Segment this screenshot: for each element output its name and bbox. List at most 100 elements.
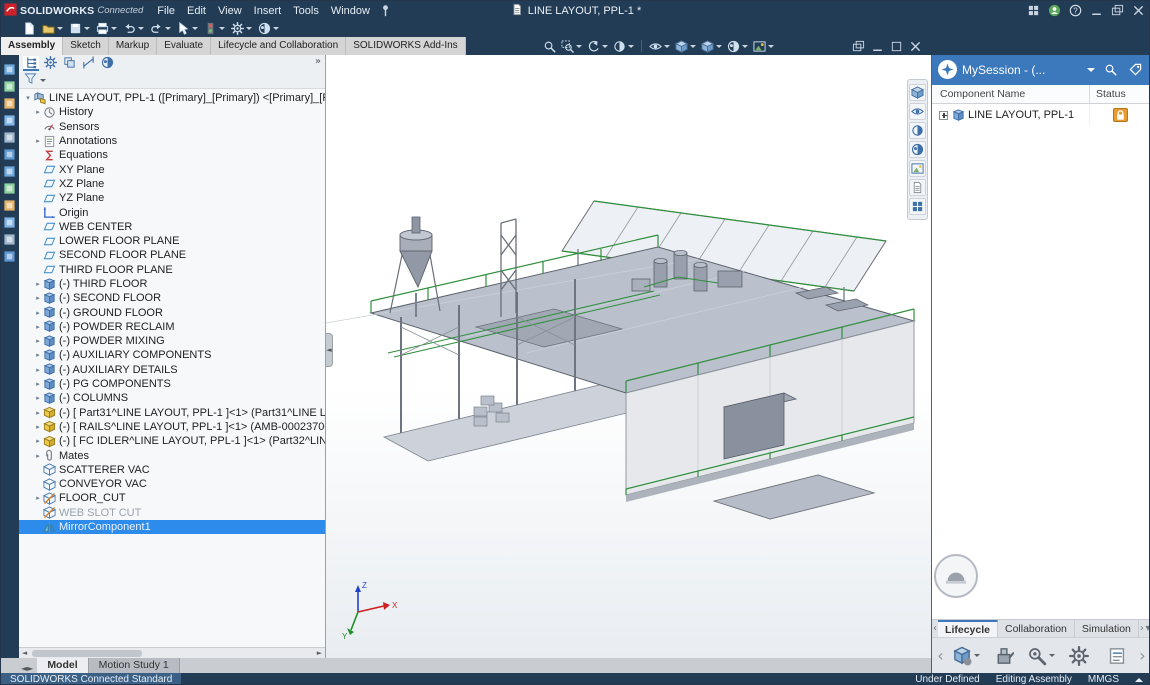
left-rail-icon[interactable] [3,165,17,179]
tree-item[interactable]: ▸(-) AUXILIARY DETAILS [19,363,325,377]
tree-item[interactable]: SECOND FLOOR PLANE [19,248,325,262]
expand-arrow-icon[interactable]: ▸ [33,337,43,345]
tab-sketch[interactable]: Sketch [63,37,109,55]
save-icon[interactable] [67,21,92,36]
left-rail-icon[interactable] [3,97,17,111]
tree-item[interactable]: XZ Plane [19,177,325,191]
expand-arrow-icon[interactable]: ▸ [33,394,43,402]
tree-item[interactable]: ▸(-) GROUND FLOOR [19,305,325,319]
tree-item[interactable]: WEB CENTER [19,220,325,234]
display-style-icon[interactable] [673,39,698,54]
scroll-right-icon[interactable]: ► [314,649,325,657]
expand-arrow-icon[interactable]: ▸ [33,309,43,317]
left-rail-icon[interactable] [3,63,17,77]
route-icon[interactable] [1101,641,1133,671]
maturity-icon[interactable] [1025,641,1057,671]
expand-arrow-icon[interactable]: ▸ [33,494,43,502]
session-caret-icon[interactable] [1087,68,1095,72]
tab-model[interactable]: Model [37,658,88,673]
viewport-tool-icon[interactable] [909,179,926,196]
flyout-menu-icon[interactable]: » [315,56,321,67]
viewport-tool-icon[interactable] [909,103,926,120]
print-icon[interactable] [94,21,119,36]
tab-solidworks-add-ins[interactable]: SOLIDWORKS Add-Ins [346,37,465,55]
lifecycle-options-icon[interactable] [950,641,982,671]
panel-tab-collaboration[interactable]: Collaboration [998,620,1075,637]
left-rail-icon[interactable] [3,131,17,145]
tree-horizontal-scrollbar[interactable]: ◄ ► [19,647,325,658]
panel-tab-lifecycle[interactable]: Lifecycle [938,620,998,637]
expand-arrow-icon[interactable]: ▸ [33,280,43,288]
expand-arrow-icon[interactable]: ▸ [33,423,43,431]
tree-item[interactable]: ▸(-) [ FC IDLER^LINE LAYOUT, PPL-1 ]<1> … [19,434,325,448]
left-rail-icon[interactable] [3,199,17,213]
left-rail-icon[interactable] [3,182,17,196]
propertymanager-tab-icon[interactable] [42,56,58,71]
tree-item[interactable]: ▸(-) POWDER MIXING [19,334,325,348]
ownership-icon[interactable] [1063,641,1095,671]
filter-caret-icon[interactable] [40,79,46,82]
displaymanager-tab-icon[interactable] [99,56,115,71]
tree-item[interactable]: ▸(-) [ Part31^LINE LAYOUT, PPL-1 ]<1> (P… [19,406,325,420]
view-orientation-icon[interactable] [699,39,724,54]
tree-item[interactable]: MirrorComponent1 [19,520,325,534]
options-icon[interactable] [229,21,254,36]
graphics-viewport[interactable]: Z X Y ◄ [326,55,931,658]
tree-item[interactable]: ▾LINE LAYOUT, PPL-1 ([Primary]_[Primary]… [19,91,325,105]
undo-icon[interactable] [121,21,146,36]
tab-lifecycle-and-collaboration[interactable]: Lifecycle and Collaboration [211,37,346,55]
left-rail-icon[interactable] [3,233,17,247]
3dexperience-compass[interactable] [934,554,978,598]
appearances-icon[interactable] [256,21,281,36]
tree-item[interactable]: Equations [19,148,325,162]
tree-item[interactable]: ▸(-) [ RAILS^LINE LAYOUT, PPL-1 ]<1> (AM… [19,420,325,434]
close-button[interactable] [1129,2,1148,19]
appearances-icon[interactable] [725,39,750,54]
cascade-windows-icon[interactable] [849,38,868,55]
new-icon[interactable] [21,21,38,36]
tree-item[interactable]: WEB SLOT CUT [19,506,325,520]
minimize-button[interactable] [1087,2,1106,19]
menu-tools[interactable]: Tools [287,5,325,17]
tree-item[interactable]: ▸(-) POWDER RECLAIM [19,320,325,334]
menu-insert[interactable]: Insert [248,5,288,17]
tree-item[interactable]: ▸(-) AUXILIARY COMPONENTS [19,348,325,362]
tree-item[interactable]: ▸(-) SECOND FLOOR [19,291,325,305]
search-icon[interactable] [1100,63,1120,76]
revision-icon[interactable] [988,641,1020,671]
tree-item[interactable]: CONVEYOR VAC [19,477,325,491]
zoom-area-icon[interactable] [559,39,584,54]
featuremanager-tab-icon[interactable] [23,56,39,71]
zoom-fit-icon[interactable] [541,39,558,54]
status-expand-icon[interactable] [1135,678,1143,682]
scrollbar-thumb[interactable] [32,650,142,657]
scroll-left-icon[interactable]: ◄ [19,649,30,657]
tree-item[interactable]: XY Plane [19,162,325,176]
expand-arrow-icon[interactable]: ▾ [23,94,33,102]
viewport-tool-icon[interactable] [909,198,926,215]
column-status[interactable]: Status [1089,85,1150,103]
model-viewport-scene[interactable] [326,55,931,658]
expand-arrow-icon[interactable]: ▸ [33,108,43,116]
expand-arrow-icon[interactable]: ▸ [33,437,43,445]
tree-item[interactable]: ▸History [19,105,325,119]
component-row[interactable]: LINE LAYOUT, PPL-1 [932,104,1150,126]
menu-edit[interactable]: Edit [181,5,212,17]
viewport-tool-icon[interactable] [909,84,926,101]
help-icon[interactable]: ? [1066,2,1085,19]
viewport-tool-icon[interactable] [909,160,926,177]
tree-item[interactable]: ▸Mates [19,448,325,462]
open-icon[interactable] [40,21,65,36]
menu-file[interactable]: File [151,5,181,17]
3dexperience-compass-icon[interactable] [938,60,957,79]
restore-button[interactable] [1108,2,1127,19]
tab-markup[interactable]: Markup [109,37,157,55]
viewport-tool-icon[interactable] [909,122,926,139]
menu-view[interactable]: View [212,5,248,17]
toolbar-scroll-right-icon[interactable]: › [1136,646,1149,665]
tree-item[interactable]: ▸FLOOR_CUT [19,491,325,505]
left-rail-icon[interactable] [3,114,17,128]
scene-icon[interactable] [751,39,776,54]
tab-evaluate[interactable]: Evaluate [157,37,211,55]
rebuild-icon[interactable] [202,21,227,36]
